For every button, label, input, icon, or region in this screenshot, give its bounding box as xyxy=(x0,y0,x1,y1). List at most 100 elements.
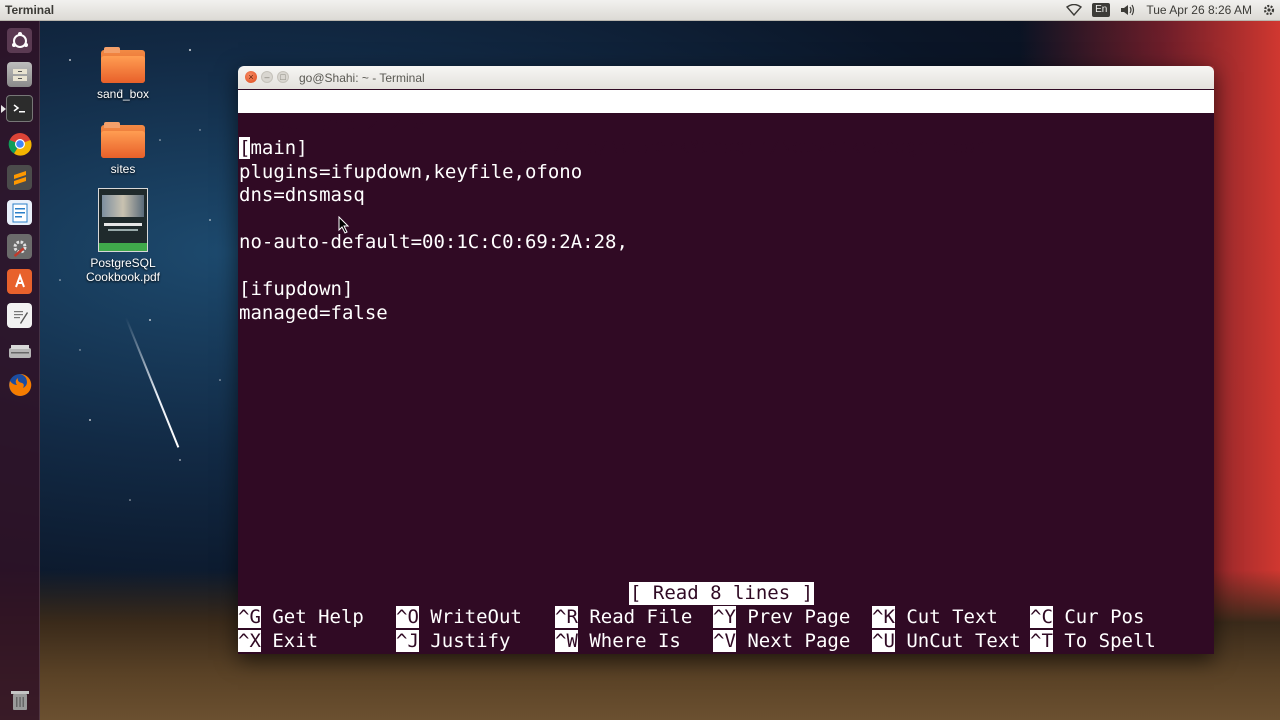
shortcut-key: ^Y xyxy=(713,606,736,628)
close-icon[interactable]: × xyxy=(245,71,257,83)
launcher-dash-home[interactable] xyxy=(4,25,35,56)
shortcut-writeout[interactable]: ^O WriteOut xyxy=(396,606,522,629)
shortcut-read-file[interactable]: ^R Read File xyxy=(555,606,692,629)
wifi-icon[interactable] xyxy=(1066,4,1083,16)
clock[interactable]: Tue Apr 26 8:26 AM xyxy=(1146,3,1252,17)
launcher-terminal[interactable] xyxy=(1,93,35,124)
launcher-trash[interactable] xyxy=(4,684,35,715)
shortcut-key: ^U xyxy=(872,630,895,652)
file-line[interactable]: [ifupdown] xyxy=(239,277,353,301)
folder-icon xyxy=(101,122,145,158)
file-line[interactable]: no-auto-default=00:1C:C0:69:2A:28, xyxy=(239,230,628,254)
minimize-icon[interactable]: – xyxy=(261,71,273,83)
shortcut-label: Prev Page xyxy=(747,606,851,628)
desktop-folder-sites[interactable]: sites xyxy=(68,122,178,176)
shortcut-uncut-text[interactable]: ^U UnCut Text xyxy=(872,630,1021,653)
shortcut-key: ^W xyxy=(555,630,578,652)
nano-status-message: [ Read 8 lines ] xyxy=(629,582,815,605)
active-app-title: Terminal xyxy=(5,3,55,17)
shortcut-label: Read File xyxy=(589,606,693,628)
shortcut-prev-page[interactable]: ^Y Prev Page xyxy=(713,606,850,629)
pdf-thumbnail-icon xyxy=(98,188,148,252)
shortcut-next-page[interactable]: ^V Next Page xyxy=(713,630,850,653)
launcher-firefox[interactable] xyxy=(4,369,35,400)
chrome-icon xyxy=(7,131,32,156)
shortcut-label: UnCut Text xyxy=(906,630,1021,652)
file-line[interactable]: plugins=ifupdown,keyfile,ofono xyxy=(239,160,582,184)
gear-icon[interactable] xyxy=(1262,3,1276,17)
shortcut-where-is[interactable]: ^W Where Is xyxy=(555,630,681,653)
maximize-icon[interactable]: □ xyxy=(277,71,289,83)
launcher-chrome[interactable] xyxy=(4,128,35,159)
settings-tools-icon xyxy=(7,234,32,259)
system-tray: En Tue Apr 26 8:26 AM xyxy=(1066,0,1276,20)
desktop-wallpaper-stars xyxy=(59,48,221,501)
shortcut-label: Get Help xyxy=(272,606,364,628)
shortcut-cut-text[interactable]: ^K Cut Text xyxy=(872,606,998,629)
keyboard-layout-indicator[interactable]: En xyxy=(1092,3,1111,17)
launcher-system-settings[interactable] xyxy=(4,231,35,262)
desktop-icon-label: sand_box xyxy=(96,87,150,101)
launcher xyxy=(0,21,40,720)
line-text: [ifupdown] xyxy=(239,278,354,300)
shortcut-to-spell[interactable]: ^T To Spell xyxy=(1030,630,1156,653)
desktop-icon-label: sites xyxy=(110,162,136,176)
window-titlebar[interactable]: × – □ go@Shahi: ~ - Terminal xyxy=(238,66,1214,89)
terminal-window: × – □ go@Shahi: ~ - Terminal GNU nano 2.… xyxy=(238,66,1214,654)
shortcut-label: Exit xyxy=(272,630,319,652)
folder-icon xyxy=(101,47,145,83)
nano-filename: File: /etc/NetworkManager/NetworkManager… xyxy=(483,136,998,158)
launcher-libreoffice-writer[interactable] xyxy=(4,197,35,228)
terminal-icon xyxy=(6,95,33,122)
shortcut-label: WriteOut xyxy=(430,606,522,628)
file-line[interactable]: [main] xyxy=(239,136,308,160)
mouse-pointer-icon xyxy=(338,216,350,234)
scanner-icon xyxy=(7,338,32,363)
line-text: no-auto-default=00:1C:C0:69:2A:28, xyxy=(239,231,628,253)
terminal-content[interactable]: GNU nano 2.2.6 File: /etc/NetworkManager… xyxy=(238,89,1214,654)
file-line[interactable]: dns=dnsmasq xyxy=(239,183,365,207)
shortcut-exit[interactable]: ^X Exit xyxy=(238,630,318,653)
shortcut-label: To Spell xyxy=(1064,630,1156,652)
shortcut-key: ^J xyxy=(396,630,419,652)
launcher-sublime-text[interactable] xyxy=(4,162,35,193)
volume-icon[interactable] xyxy=(1120,4,1136,16)
shortcut-key: ^R xyxy=(555,606,578,628)
line-text: dns=dnsmasq xyxy=(239,184,365,206)
firefox-icon xyxy=(7,372,32,397)
shortcut-label: Cur Pos xyxy=(1064,606,1145,628)
line-text: plugins=ifupdown,keyfile,ofono xyxy=(239,161,583,183)
line-text: main] xyxy=(250,137,308,159)
shortcut-key: ^T xyxy=(1030,630,1053,652)
desktop-icon-label: PostgreSQL Cookbook.pdf xyxy=(85,256,161,284)
file-line[interactable]: managed=false xyxy=(239,301,388,325)
launcher-files[interactable] xyxy=(4,59,35,90)
shortcut-key: ^V xyxy=(713,630,736,652)
nano-version: GNU nano 2.2.6 xyxy=(264,113,425,135)
trash-icon xyxy=(7,687,32,712)
shortcut-cur-pos[interactable]: ^C Cur Pos xyxy=(1030,606,1144,629)
shortcut-key: ^C xyxy=(1030,606,1053,628)
ubuntu-logo-icon xyxy=(7,28,32,53)
shortcut-key: ^K xyxy=(872,606,895,628)
text-cursor: [ xyxy=(239,137,251,159)
shortcut-justify[interactable]: ^J Justify xyxy=(396,630,510,653)
shortcut-get-help[interactable]: ^G Get Help xyxy=(238,606,364,629)
nano-title-bar: GNU nano 2.2.6 File: /etc/NetworkManager… xyxy=(238,90,1214,158)
launcher-scanner[interactable] xyxy=(4,335,35,366)
shortcut-label: Next Page xyxy=(747,630,851,652)
line-text: managed=false xyxy=(239,302,388,324)
launcher-software-center[interactable] xyxy=(4,266,35,297)
writer-icon xyxy=(7,200,32,225)
running-indicator xyxy=(1,105,6,113)
software-center-icon xyxy=(7,269,32,294)
file-cabinet-icon xyxy=(7,62,32,87)
desktop-file-postgresql-cookbook[interactable]: PostgreSQL Cookbook.pdf xyxy=(68,188,178,284)
shortcut-label: Justify xyxy=(430,630,511,652)
window-title: go@Shahi: ~ - Terminal xyxy=(299,71,425,85)
desktop-folder-sand-box[interactable]: sand_box xyxy=(68,47,178,101)
shortcut-key: ^G xyxy=(238,606,261,628)
shortcut-key: ^O xyxy=(396,606,419,628)
shortcut-key: ^X xyxy=(238,630,261,652)
launcher-text-editor[interactable] xyxy=(4,300,35,331)
